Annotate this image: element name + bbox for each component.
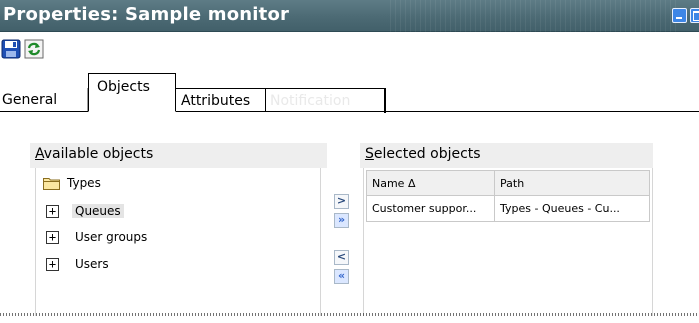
maximize-button[interactable] (690, 8, 699, 23)
expand-icon[interactable]: + (46, 205, 59, 218)
tree-item-label: Queues (72, 204, 124, 218)
minimize-button[interactable] (672, 8, 687, 23)
remove-all-button[interactable]: « (334, 269, 349, 284)
expand-icon[interactable]: + (46, 231, 59, 244)
column-header-path[interactable]: Path (495, 171, 649, 195)
tab-objects-label: Objects (97, 79, 150, 95)
table-header: Name Δ Path (366, 170, 650, 196)
selected-objects-title: elected objects (373, 146, 481, 162)
tab-general-label: General (2, 92, 58, 108)
add-selected-button[interactable]: > (334, 194, 349, 209)
available-objects-title: vailable objects (43, 146, 154, 162)
tab-notification-label: Notification (270, 93, 351, 109)
tree-item-label: Users (75, 257, 109, 271)
tree-item-label: User groups (75, 230, 148, 244)
folder-icon (43, 178, 60, 190)
bottom-edge-cover (0, 316, 699, 323)
refresh-button[interactable] (24, 39, 44, 59)
tab-notification: Notification (266, 88, 386, 113)
tab-attributes-label: Attributes (181, 93, 251, 109)
available-objects-tree[interactable] (35, 168, 321, 323)
window-title: Properties: Sample monitor (3, 4, 290, 25)
selected-objects-header: Selected objects (360, 143, 653, 168)
tab-objects[interactable]: Objects (88, 73, 176, 112)
save-icon (1, 39, 21, 59)
title-bar: Properties: Sample monitor (0, 0, 699, 32)
tab-general[interactable]: General (0, 88, 88, 112)
tab-strip: General Objects Attributes Notification (0, 70, 699, 113)
tree-root-label: Types (67, 176, 101, 190)
available-objects-header: Available objects (30, 143, 327, 168)
expand-icon[interactable]: + (46, 258, 59, 271)
available-objects-accel: A (35, 146, 44, 162)
refresh-icon (24, 39, 44, 59)
table-row[interactable]: Customer suppor... Types - Queues - Cu..… (366, 196, 650, 222)
column-header-name[interactable]: Name Δ (367, 171, 495, 195)
tab-attributes[interactable]: Attributes (176, 88, 266, 112)
table-cell-path: Types - Queues - Cu... (500, 202, 620, 215)
toolbar (0, 33, 699, 69)
remove-selected-button[interactable]: < (334, 250, 349, 265)
save-button[interactable] (1, 39, 21, 59)
table-cell-name: Customer suppor... (367, 196, 495, 221)
title-bar-texture (390, 0, 680, 32)
add-all-button[interactable]: » (334, 213, 349, 228)
selected-objects-accel: S (365, 146, 374, 162)
